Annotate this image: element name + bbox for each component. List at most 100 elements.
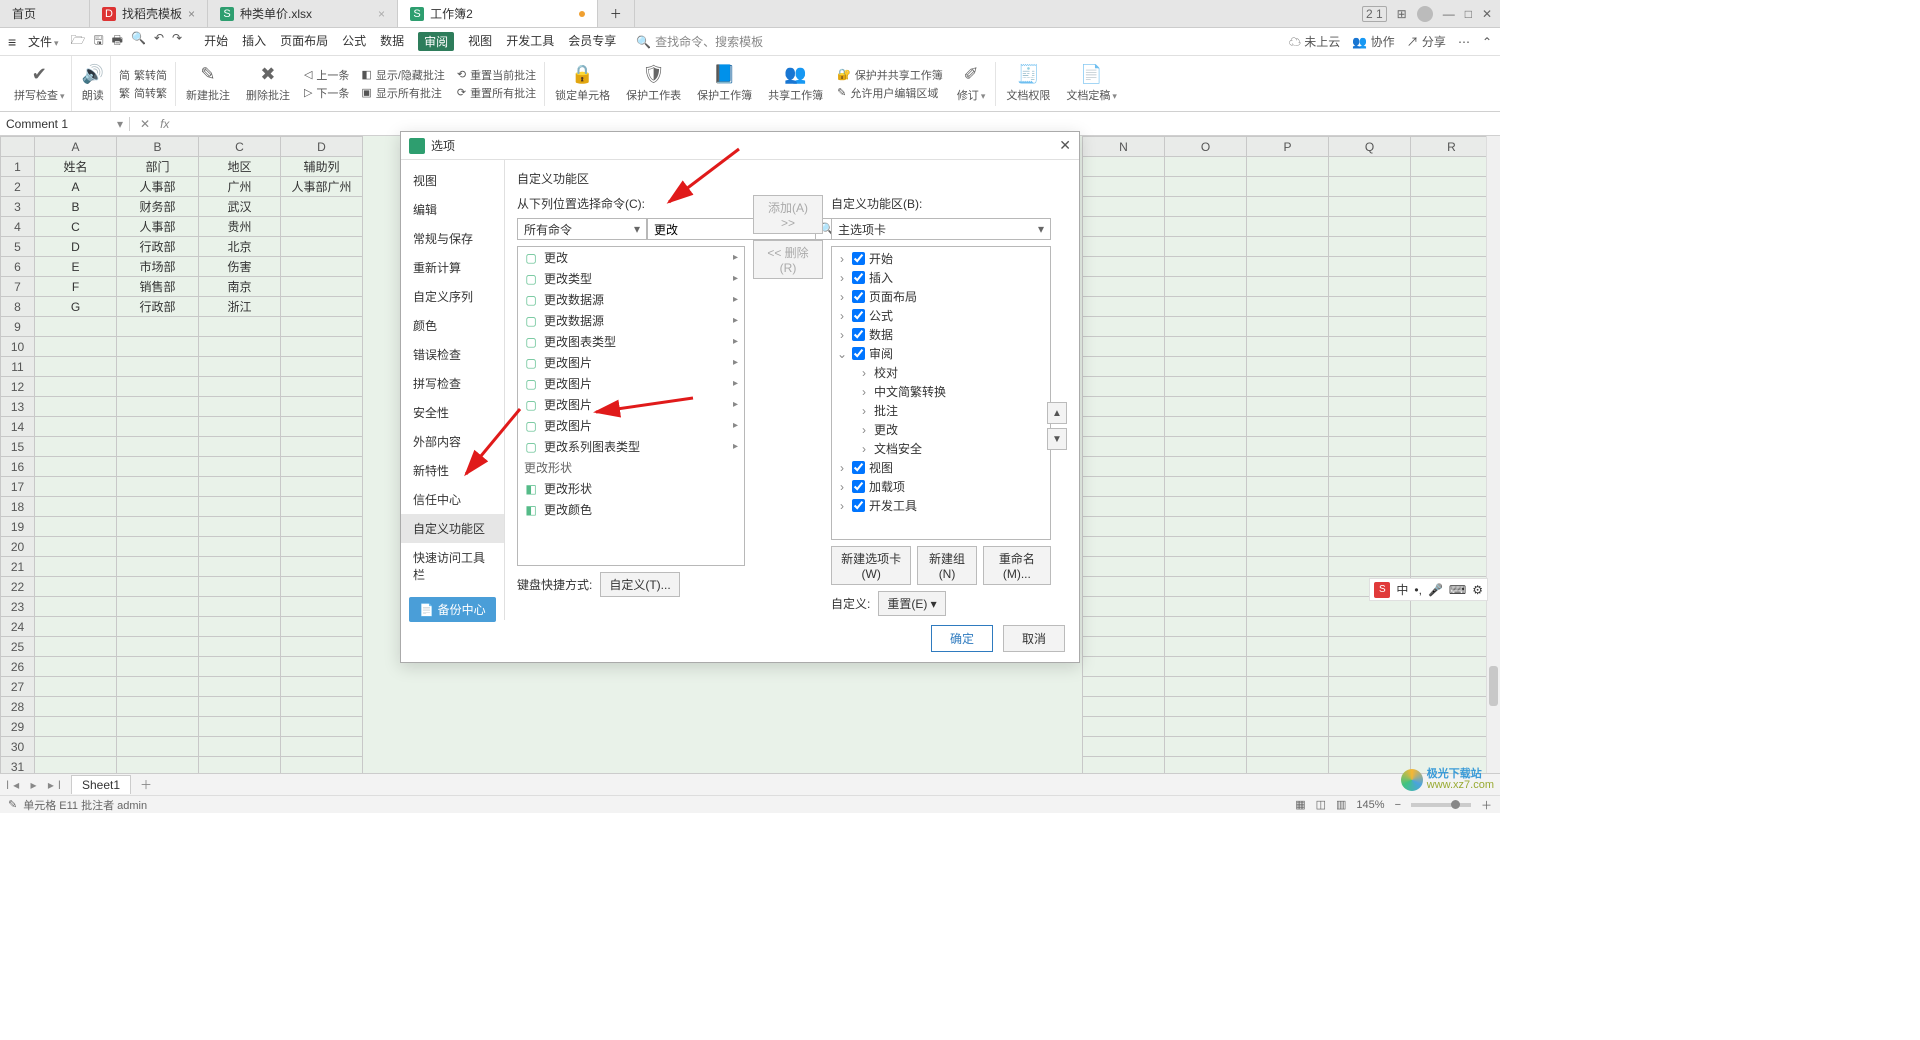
row-header[interactable]: 11 <box>1 357 35 377</box>
move-up-button[interactable]: ▲ <box>1047 402 1067 424</box>
view-icon[interactable]: ◫ <box>1316 798 1326 811</box>
tab-member[interactable]: 会员专享 <box>568 32 616 51</box>
tree-checkbox[interactable] <box>852 271 865 284</box>
tree-checkbox[interactable] <box>852 461 865 474</box>
col-header[interactable]: B <box>117 137 199 157</box>
cell[interactable]: B <box>35 197 117 217</box>
side-item[interactable]: 视图 <box>401 166 504 195</box>
cell[interactable]: 浙江 <box>199 297 281 317</box>
cell[interactable]: 南京 <box>199 277 281 297</box>
list-item[interactable]: ▢更改图片▸ <box>518 394 744 415</box>
ime-lang[interactable]: 中 <box>1396 581 1408 598</box>
cell[interactable]: 伤害 <box>199 257 281 277</box>
row-header[interactable]: 10 <box>1 337 35 357</box>
side-item[interactable]: 编辑 <box>401 195 504 224</box>
col-header[interactable]: R <box>1411 137 1493 157</box>
coop-button[interactable]: 👥 协作 <box>1352 33 1394 50</box>
zoom-value[interactable]: 145% <box>1356 799 1384 811</box>
save-icon[interactable]: 🖫 <box>93 31 103 52</box>
tree-node[interactable]: ›开始 <box>836 249 1046 268</box>
cell[interactable]: 销售部 <box>117 277 199 297</box>
list-item[interactable]: ▢更改数据源▸ <box>518 310 744 331</box>
cell[interactable] <box>281 297 363 317</box>
tab-insert[interactable]: 插入 <box>242 32 266 51</box>
cell[interactable]: 部门 <box>117 157 199 177</box>
cell[interactable]: 贵州 <box>199 217 281 237</box>
allow-edit[interactable]: ✎ 允许用户编辑区域 <box>837 85 943 101</box>
list-item[interactable]: ▢更改图片▸ <box>518 415 744 436</box>
corner-cell[interactable] <box>1 137 35 157</box>
vertical-scrollbar[interactable] <box>1486 136 1500 773</box>
row-header[interactable]: 28 <box>1 697 35 717</box>
cell[interactable] <box>281 277 363 297</box>
ribbon-new-comment[interactable]: ✎新建批注 <box>180 56 236 111</box>
reset-button[interactable]: 重置(E) ▾ <box>878 591 945 616</box>
chevron-right-icon[interactable]: › <box>858 442 870 456</box>
side-item[interactable]: 快速访问工具栏 <box>401 543 504 589</box>
side-item[interactable]: 常规与保存 <box>401 224 504 253</box>
row-header[interactable]: 26 <box>1 657 35 677</box>
commands-source-combo[interactable]: 所有命令 <box>517 218 647 240</box>
badge-icon[interactable]: 2 1 <box>1362 6 1387 22</box>
remove-button[interactable]: << 删除(R) <box>753 240 823 279</box>
row-header[interactable]: 13 <box>1 397 35 417</box>
list-item[interactable]: ▢更改图表类型▸ <box>518 331 744 352</box>
row-header[interactable]: 29 <box>1 717 35 737</box>
cell[interactable]: 人事部 <box>117 177 199 197</box>
dropdown-icon[interactable]: ▾ <box>117 117 123 131</box>
cell[interactable]: 武汉 <box>199 197 281 217</box>
ribbon-docfix[interactable]: 📄文档定稿 <box>1060 56 1123 111</box>
undo-icon[interactable]: ↶ <box>154 31 164 52</box>
minimize-icon[interactable]: — <box>1443 7 1455 21</box>
col-header[interactable]: C <box>199 137 281 157</box>
row-header[interactable]: 4 <box>1 217 35 237</box>
tree-checkbox[interactable] <box>852 309 865 322</box>
redo-icon[interactable]: ↷ <box>172 31 182 52</box>
list-item[interactable]: ▢更改▸ <box>518 247 744 268</box>
reset-current[interactable]: ⟲ 重置当前批注 <box>457 67 536 83</box>
chevron-right-icon[interactable]: › <box>858 385 870 399</box>
tree-child[interactable]: ›更改 <box>836 420 1046 439</box>
ribbon-read[interactable]: 🔊朗读 <box>76 56 111 111</box>
tab-file1[interactable]: S 种类单价.xlsx × <box>208 0 398 27</box>
row-header[interactable]: 7 <box>1 277 35 297</box>
view-icon[interactable]: ▥ <box>1336 798 1346 811</box>
row-header[interactable]: 1 <box>1 157 35 177</box>
command-search[interactable]: 🔍 查找命令、搜索模板 <box>636 33 763 50</box>
sheet-tab[interactable]: Sheet1 <box>71 775 131 794</box>
cloud-status[interactable]: ☁ 未上云 <box>1289 33 1340 50</box>
cancel-button[interactable]: 取消 <box>1003 625 1065 652</box>
cell[interactable]: E <box>35 257 117 277</box>
cell[interactable]: 辅助列 <box>281 157 363 177</box>
ribbon-protect-sheet[interactable]: 🛡保护工作表 <box>620 56 687 111</box>
side-item[interactable]: 颜色 <box>401 311 504 340</box>
chevron-right-icon[interactable]: › <box>836 271 848 285</box>
cell[interactable] <box>281 237 363 257</box>
list-item[interactable]: ▢更改数据源▸ <box>518 289 744 310</box>
tree-checkbox[interactable] <box>852 480 865 493</box>
new-tab-button[interactable]: ＋ <box>598 0 635 27</box>
tab-review[interactable]: 审阅 <box>418 32 454 51</box>
chevron-right-icon[interactable]: › <box>858 366 870 380</box>
zoom-in-icon[interactable]: ＋ <box>1481 797 1492 813</box>
cell[interactable]: 行政部 <box>117 237 199 257</box>
row-header[interactable]: 8 <box>1 297 35 317</box>
tab-layout[interactable]: 页面布局 <box>280 32 328 51</box>
share-button[interactable]: ↗ 分享 <box>1407 33 1446 50</box>
tree-node[interactable]: ›开发工具 <box>836 496 1046 515</box>
ime-toolbar[interactable]: S 中 •, 🎤 ⌨ ⚙ <box>1369 578 1488 601</box>
tree-node[interactable]: ›加载项 <box>836 477 1046 496</box>
chevron-right-icon[interactable]: › <box>858 404 870 418</box>
ok-button[interactable]: 确定 <box>931 625 993 652</box>
side-item[interactable]: 安全性 <box>401 398 504 427</box>
row-header[interactable]: 19 <box>1 517 35 537</box>
ime-punct-icon[interactable]: •, <box>1414 583 1422 597</box>
chevron-right-icon[interactable]: › <box>836 309 848 323</box>
row-header[interactable]: 2 <box>1 177 35 197</box>
ribbon-lock[interactable]: 🔒锁定单元格 <box>549 56 616 111</box>
row-header[interactable]: 24 <box>1 617 35 637</box>
list-item[interactable]: ◧更改颜色 <box>518 499 744 520</box>
row-header[interactable]: 5 <box>1 237 35 257</box>
cell[interactable]: D <box>35 237 117 257</box>
cell[interactable]: 地区 <box>199 157 281 177</box>
